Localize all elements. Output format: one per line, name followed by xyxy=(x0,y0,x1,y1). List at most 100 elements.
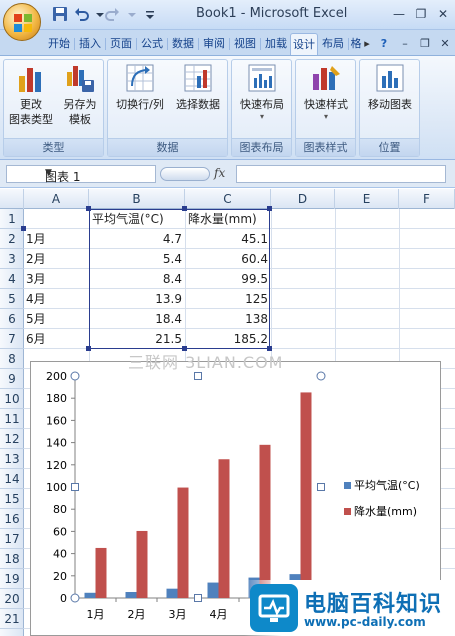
move-chart-button[interactable]: 移动图表 xyxy=(362,62,418,112)
tab-add-ins[interactable]: 加载 xyxy=(263,33,289,55)
row-header[interactable]: 20 xyxy=(0,589,24,609)
row-header[interactable]: 7 xyxy=(0,329,24,349)
bar-temperature xyxy=(207,582,219,598)
row-header[interactable]: 17 xyxy=(0,529,24,549)
data-cell[interactable]: 18.4 xyxy=(89,309,185,329)
column-header[interactable]: A xyxy=(24,189,89,209)
row-header[interactable]: 10 xyxy=(0,389,24,409)
brand-overlay: 电脑百科知识 www.pc-daily.com xyxy=(244,580,455,636)
office-button[interactable] xyxy=(3,3,41,41)
tab-design[interactable]: 设计 xyxy=(290,33,318,55)
data-cell[interactable]: 21.5 xyxy=(89,329,185,349)
row-header[interactable]: 16 xyxy=(0,509,24,529)
header-cell[interactable]: 降水量(mm) xyxy=(188,209,270,229)
data-cell[interactable]: 45.1 xyxy=(185,229,271,249)
header-cell[interactable]: 平均气温(°C) xyxy=(92,209,184,229)
save-as-template-button[interactable]: 另存为 模板 xyxy=(56,62,104,127)
move-chart-icon xyxy=(376,64,404,92)
row-header[interactable]: 8 xyxy=(0,349,24,369)
data-cell[interactable]: 99.5 xyxy=(185,269,271,289)
save-icon[interactable] xyxy=(52,6,68,22)
data-cell[interactable]: 4.7 xyxy=(89,229,185,249)
row-header[interactable]: 6 xyxy=(0,309,24,329)
row-header[interactable]: 14 xyxy=(0,469,24,489)
column-header[interactable]: E xyxy=(335,189,399,209)
row-header[interactable]: 12 xyxy=(0,429,24,449)
select-data-icon xyxy=(184,64,212,92)
watermark: 三联网 3LIAN.COM xyxy=(128,353,284,372)
select-data-button[interactable]: 选择数据 xyxy=(170,62,226,112)
tab-insert[interactable]: 插入 xyxy=(77,33,103,55)
tab-review[interactable]: 审阅 xyxy=(201,33,227,55)
group-label-type: 类型 xyxy=(4,138,103,156)
tab-view[interactable]: 视图 xyxy=(232,33,258,55)
quick-layout-button[interactable]: 快速布局 ▾ xyxy=(234,62,290,122)
restore-icon[interactable]: ❐ xyxy=(414,7,428,21)
tab-format[interactable]: 格 xyxy=(350,33,362,55)
row-header[interactable]: 9 xyxy=(0,369,24,389)
row-header[interactable]: 15 xyxy=(0,489,24,509)
help-icon[interactable]: ? xyxy=(376,33,392,55)
name-box-dropdown-icon[interactable]: ▼ xyxy=(45,168,153,178)
row-header[interactable]: 18 xyxy=(0,549,24,569)
tab-home[interactable]: 开始 xyxy=(46,33,72,55)
tab-scroll-right-icon[interactable]: ▸ xyxy=(362,33,372,55)
column-header[interactable]: B xyxy=(89,189,185,209)
row-header[interactable]: 11 xyxy=(0,409,24,429)
insert-function-icon[interactable]: fx xyxy=(214,166,225,180)
row-header[interactable]: 2 xyxy=(0,229,24,249)
select-all-corner[interactable] xyxy=(0,189,24,209)
data-cell[interactable]: 60.4 xyxy=(185,249,271,269)
data-cell[interactable]: 2月 xyxy=(26,249,91,269)
formula-bar-splitter[interactable] xyxy=(160,167,210,181)
data-cell[interactable]: 5.4 xyxy=(89,249,185,269)
tab-data[interactable]: 数据 xyxy=(170,33,196,55)
switch-row-column-button[interactable]: 切换行/列 xyxy=(110,62,170,112)
column-header[interactable]: C xyxy=(185,189,271,209)
redo-icon[interactable] xyxy=(104,6,120,22)
range-handle[interactable] xyxy=(86,346,91,351)
data-cell[interactable]: 125 xyxy=(185,289,271,309)
legend-label: 降水量(mm) xyxy=(354,504,417,518)
row-header[interactable]: 21 xyxy=(0,609,24,629)
bar-precipitation xyxy=(136,530,148,598)
data-cell[interactable]: 185.2 xyxy=(185,329,271,349)
row-header[interactable]: 3 xyxy=(0,249,24,269)
data-cell[interactable]: 13.9 xyxy=(89,289,185,309)
data-cell[interactable]: 4月 xyxy=(26,289,91,309)
tab-layout[interactable]: 布局 xyxy=(320,33,346,55)
workbook-close-icon[interactable]: ✕ xyxy=(438,33,452,55)
formula-input[interactable] xyxy=(236,165,446,183)
column-header[interactable]: D xyxy=(271,189,335,209)
redo-dropdown-icon[interactable] xyxy=(124,6,140,22)
close-icon[interactable]: ✕ xyxy=(436,7,450,21)
row-header[interactable]: 13 xyxy=(0,449,24,469)
header-cell[interactable] xyxy=(27,209,88,229)
row-header[interactable]: 5 xyxy=(0,289,24,309)
row-header[interactable]: 19 xyxy=(0,569,24,589)
customize-toolbar-icon[interactable] xyxy=(142,6,158,22)
data-cell[interactable]: 5月 xyxy=(26,309,91,329)
undo-icon[interactable] xyxy=(74,6,90,22)
range-handle[interactable] xyxy=(182,206,187,211)
tab-page-layout[interactable]: 页面 xyxy=(108,33,134,55)
quick-styles-icon xyxy=(313,66,340,90)
row-headers: 1 2 3 4 5 6 7 8 9 10 11 12 13 14 15 16 17 18 19 20 21 xyxy=(0,209,24,636)
change-chart-type-button[interactable]: 更改 图表类型 xyxy=(6,62,56,127)
range-handle[interactable] xyxy=(86,206,91,211)
data-cell[interactable]: 138 xyxy=(185,309,271,329)
data-cell[interactable]: 6月 xyxy=(26,329,91,349)
workbook-restore-icon[interactable]: ❐ xyxy=(418,33,432,55)
data-cell[interactable]: 1月 xyxy=(26,229,91,249)
data-cell[interactable]: 3月 xyxy=(26,269,91,289)
data-cell[interactable]: 8.4 xyxy=(89,269,185,289)
column-header[interactable]: F xyxy=(399,189,455,209)
range-handle[interactable] xyxy=(21,226,26,231)
range-handle[interactable] xyxy=(267,206,272,211)
workbook-minimize-icon[interactable]: – xyxy=(398,33,412,55)
row-header[interactable]: 4 xyxy=(0,269,24,289)
minimize-icon[interactable]: — xyxy=(392,7,406,21)
quick-styles-button[interactable]: 快速样式 ▾ xyxy=(298,62,354,122)
name-box[interactable]: 图表 1 ▼ xyxy=(6,165,156,184)
tab-formulas[interactable]: 公式 xyxy=(139,33,165,55)
